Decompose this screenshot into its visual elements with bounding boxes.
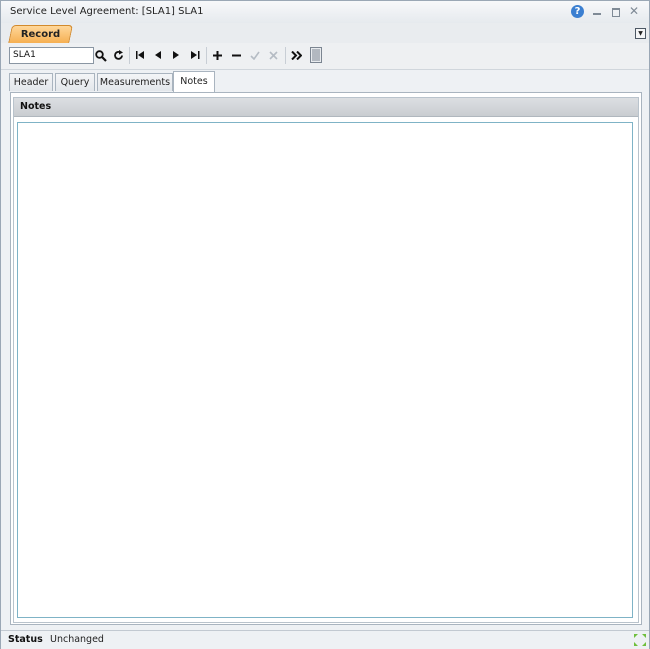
status-bar: Status Unchanged	[1, 630, 649, 649]
notes-textarea[interactable]	[17, 122, 633, 618]
main-tab-bar: Record ▼	[1, 23, 649, 44]
window-controls: ? ✕	[571, 4, 641, 18]
remove-icon[interactable]	[228, 47, 245, 64]
search-icon[interactable]	[92, 47, 109, 64]
document-icon[interactable]	[307, 47, 324, 64]
tab-record[interactable]: Record	[7, 25, 74, 44]
window-title: Service Level Agreement: [SLA1] SLA1	[10, 6, 204, 17]
status-value: Unchanged	[50, 634, 104, 645]
next-record-icon[interactable]	[168, 47, 185, 64]
window: Service Level Agreement: [SLA1] SLA1 ? ✕…	[0, 0, 650, 649]
double-chevron-icon[interactable]	[288, 47, 305, 64]
notes-panel-frame: Notes	[13, 97, 639, 623]
toolbar	[1, 43, 649, 70]
help-icon[interactable]: ?	[571, 5, 584, 18]
chevron-down-icon[interactable]: ▼	[635, 28, 646, 39]
previous-record-icon[interactable]	[150, 47, 167, 64]
notes-panel-header: Notes	[14, 98, 638, 117]
record-subtabs: Header Query Measurements Notes	[1, 69, 649, 92]
check-icon[interactable]	[246, 47, 263, 64]
first-record-icon[interactable]	[132, 47, 149, 64]
tab-record-label: Record	[20, 29, 61, 40]
last-record-icon[interactable]	[187, 47, 204, 64]
notes-panel: Notes	[10, 92, 642, 625]
tab-query[interactable]: Query	[55, 73, 95, 91]
record-id-input[interactable]	[9, 47, 94, 64]
minimize-icon[interactable]	[591, 6, 603, 18]
status-label: Status	[8, 634, 43, 645]
add-icon[interactable]	[209, 47, 226, 64]
tab-notes[interactable]: Notes	[173, 71, 215, 92]
cancel-icon[interactable]	[265, 47, 282, 64]
expand-icon[interactable]	[634, 634, 646, 646]
tab-measurements[interactable]: Measurements	[97, 73, 173, 91]
refresh-icon[interactable]	[110, 47, 127, 64]
notes-panel-title: Notes	[20, 101, 52, 112]
close-icon[interactable]: ✕	[629, 4, 641, 18]
maximize-icon[interactable]	[610, 6, 622, 18]
tab-header[interactable]: Header	[9, 73, 53, 91]
title-bar: Service Level Agreement: [SLA1] SLA1 ? ✕	[1, 1, 649, 23]
